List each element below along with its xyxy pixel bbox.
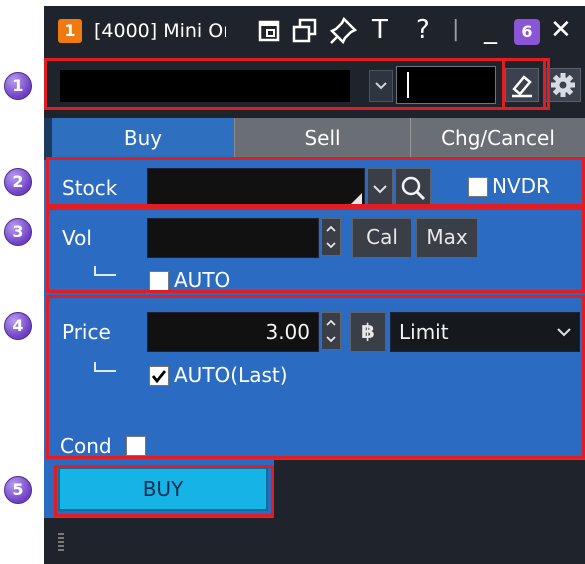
price-auto-checkbox[interactable] — [149, 366, 169, 386]
chevron-down-icon — [557, 328, 571, 337]
price-branch-connector — [94, 362, 116, 372]
price-input[interactable]: 3.00 — [147, 312, 319, 352]
restore-window-icon[interactable] — [256, 16, 284, 46]
stepper-arrows-icon — [326, 225, 336, 249]
window-number-badge: 1 — [58, 19, 82, 43]
price-stepper[interactable] — [321, 312, 341, 350]
text-caret — [407, 72, 409, 98]
vol-auto-checkbox[interactable] — [149, 271, 169, 291]
tab-chg-cancel[interactable]: Chg/Cancel — [410, 118, 585, 160]
max-button[interactable]: Max — [416, 218, 478, 258]
annotation-marker-2: 2 — [4, 168, 32, 196]
nvdr-label: NVDR — [492, 174, 550, 198]
account-dropdown-button[interactable] — [369, 70, 393, 102]
vol-label: Vol — [62, 226, 92, 250]
search-icon — [401, 176, 426, 201]
mini-order-window: 1 [4000] Mini Or T ? | _ 6 ✕ Buy Sell Ch… — [44, 6, 585, 564]
stepper-arrows-icon — [326, 319, 336, 343]
nvdr-checkbox[interactable] — [468, 177, 488, 197]
order-tabs: Buy Sell Chg/Cancel — [44, 118, 585, 160]
annotation-marker-4: 4 — [4, 312, 32, 340]
resize-grip-icon[interactable] — [58, 533, 64, 551]
checkmark-icon — [151, 370, 167, 384]
cond-label: Cond — [60, 434, 112, 458]
edit-button[interactable] — [505, 68, 539, 102]
tab-sell[interactable]: Sell — [234, 118, 410, 160]
annotation-marker-1: 1 — [4, 72, 32, 100]
stock-input[interactable] — [147, 168, 365, 208]
pin-icon[interactable] — [328, 16, 358, 46]
account-bar — [44, 56, 585, 118]
minimize-icon[interactable]: _ — [484, 14, 497, 46]
baht-currency-icon[interactable]: ฿ — [350, 312, 386, 352]
annotation-marker-5: 5 — [4, 476, 32, 504]
pin-input[interactable] — [396, 66, 496, 104]
stock-label: Stock — [62, 176, 118, 200]
order-type-value: Limit — [399, 320, 449, 344]
buy-row-background — [274, 460, 585, 518]
stock-search-button[interactable] — [395, 168, 431, 208]
title-separator: | — [452, 17, 460, 42]
account-combo[interactable] — [60, 70, 350, 102]
chevron-down-icon — [373, 185, 387, 194]
eraser-icon — [512, 75, 532, 98]
tab-buy[interactable]: Buy — [52, 118, 234, 160]
status-strip — [44, 518, 585, 564]
close-icon[interactable]: ✕ — [550, 14, 572, 46]
order-type-select[interactable]: Limit — [390, 312, 580, 352]
vol-branch-connector — [94, 266, 116, 276]
chevron-down-icon — [375, 82, 387, 90]
help-icon[interactable]: ? — [416, 14, 430, 46]
settings-button[interactable] — [545, 68, 581, 102]
title-bar: 1 [4000] Mini Or T ? | _ 6 ✕ — [44, 6, 585, 56]
price-auto-label: AUTO(Last) — [174, 363, 288, 387]
order-form: Stock NVDR Vol Cal Max AUTO Price 3.00 ฿… — [44, 160, 585, 564]
vol-input[interactable] — [147, 218, 319, 258]
gear-icon — [551, 73, 575, 97]
vol-stepper[interactable] — [321, 218, 341, 256]
screenshot-stage: 1 [4000] Mini Or T ? | _ 6 ✕ Buy Sell Ch… — [0, 0, 585, 564]
copy-window-icon[interactable] — [290, 16, 320, 46]
annotation-badge-6: 6 — [514, 19, 540, 45]
cond-checkbox[interactable] — [126, 436, 146, 456]
price-label: Price — [62, 320, 111, 344]
buy-button[interactable]: BUY — [58, 467, 268, 511]
window-title: [4000] Mini Or — [94, 20, 226, 42]
cal-button[interactable]: Cal — [352, 218, 412, 258]
annotation-marker-3: 3 — [4, 218, 32, 246]
font-icon[interactable]: T — [372, 14, 388, 46]
resize-corner-icon — [350, 193, 362, 205]
vol-auto-label: AUTO — [174, 268, 231, 292]
stock-dropdown-button[interactable] — [367, 168, 393, 208]
